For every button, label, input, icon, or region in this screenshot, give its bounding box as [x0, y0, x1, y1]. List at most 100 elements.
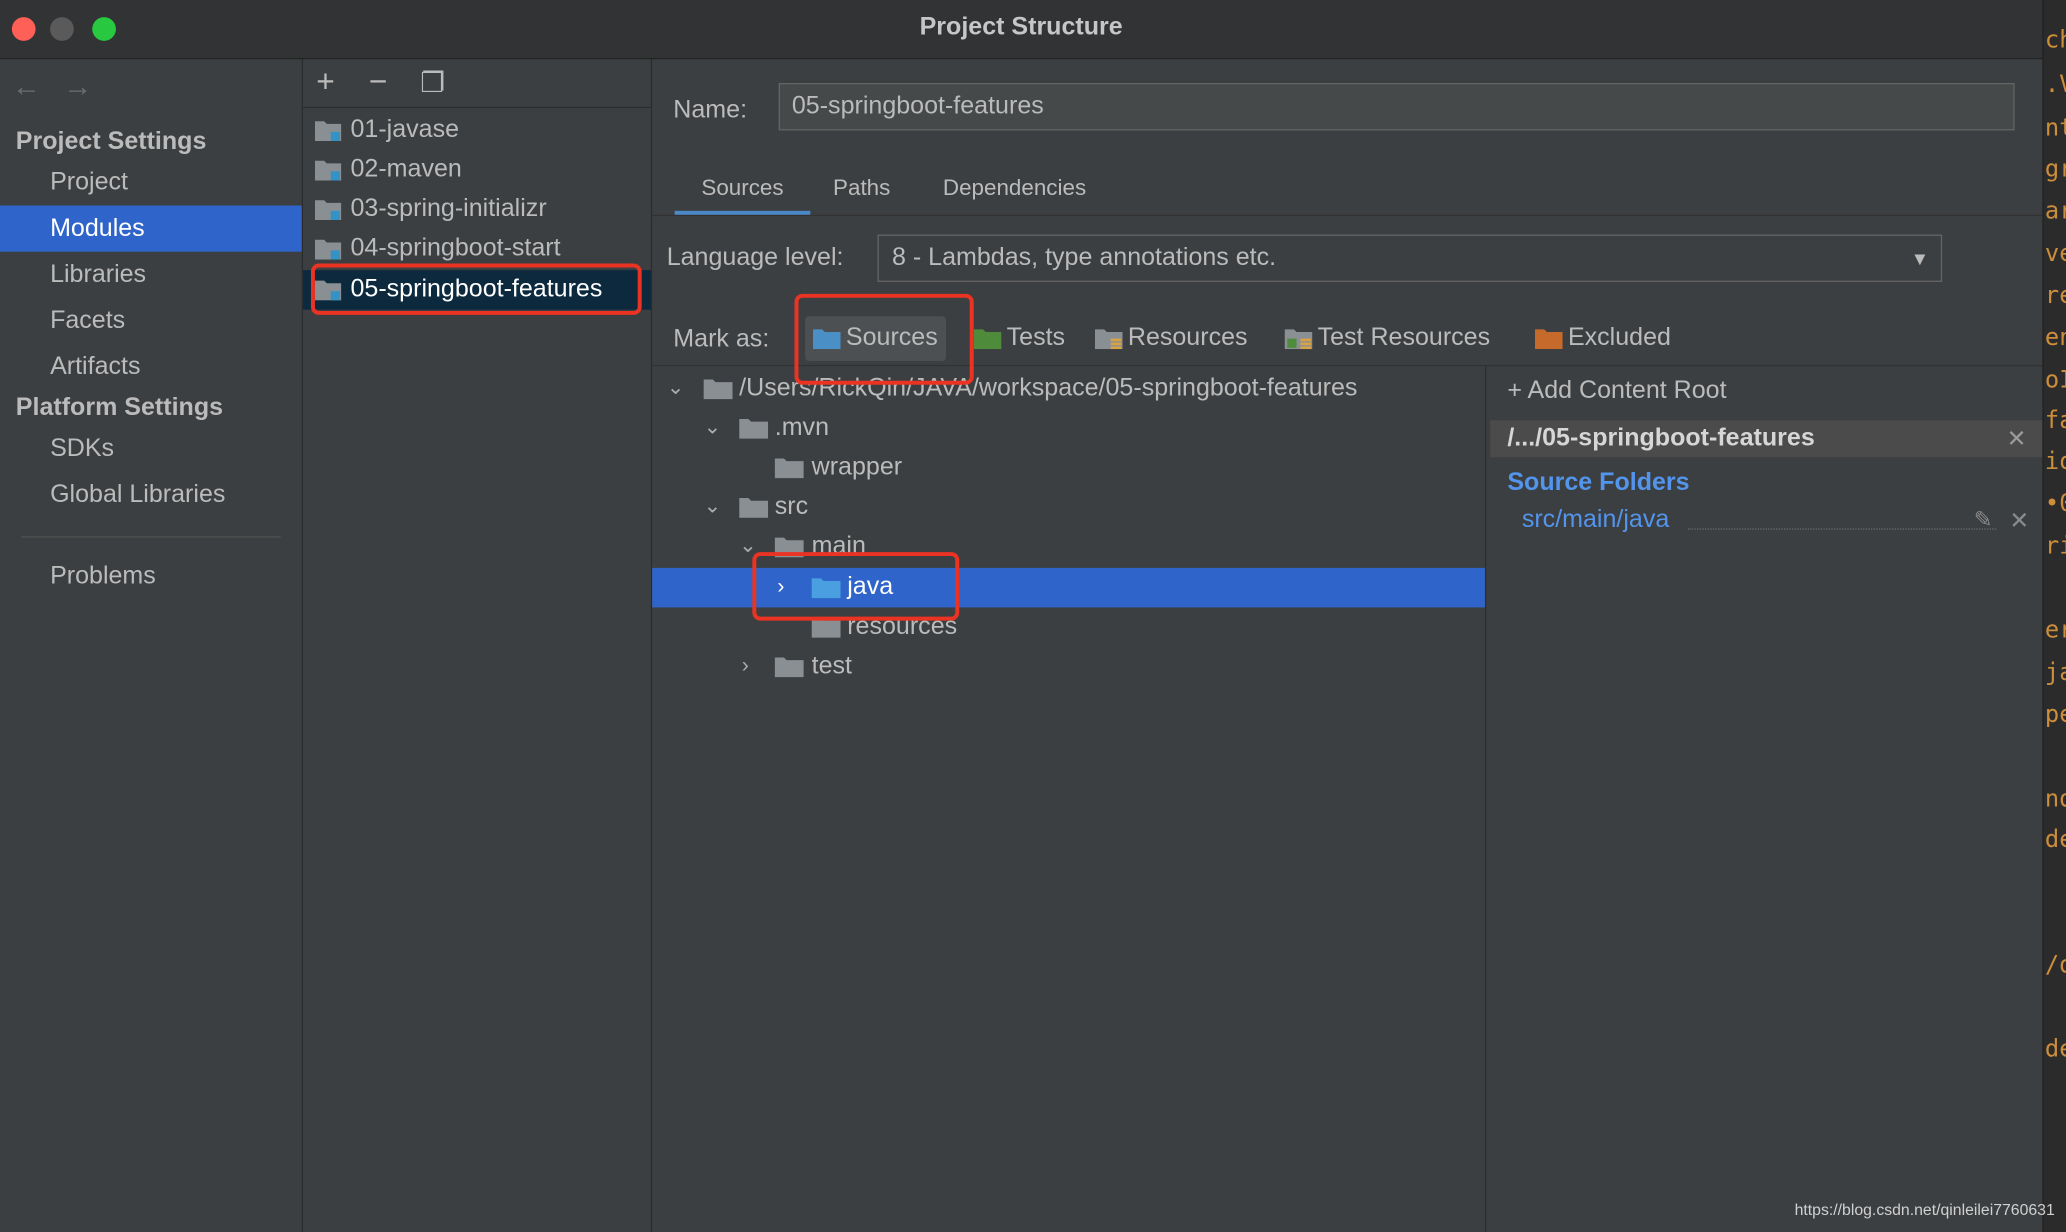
excluded-folder-icon	[1535, 330, 1563, 350]
highlight-sources-box	[794, 293, 974, 385]
detail-tabs: Sources Paths Dependencies	[652, 162, 2043, 217]
editor-fragment: fa	[2044, 407, 2066, 435]
test-resources-folder-icon	[1284, 330, 1313, 350]
title-bar: Project Structure	[0, 0, 2043, 60]
close-icon[interactable]: ✕	[2009, 503, 2029, 537]
sidebar-item-label: Facets	[50, 307, 126, 335]
editor-fragment: en	[2044, 324, 2066, 352]
folder-icon	[774, 458, 804, 479]
remove-icon[interactable]: −	[369, 65, 387, 102]
project-structure-dialog: Project Structure ← → Project Settings P…	[0, 0, 2044, 1232]
sidebar-item-label: Artifacts	[50, 353, 141, 381]
language-level-label: Language level:	[666, 243, 844, 272]
mark-tests-button[interactable]: Tests	[973, 316, 1066, 361]
chevron-right-icon[interactable]: ›	[742, 647, 749, 687]
close-icon[interactable]: ✕	[2007, 420, 2027, 457]
chevron-down-icon: ▼	[1910, 247, 1929, 269]
sidebar-item-global-libraries[interactable]: Global Libraries	[0, 472, 302, 518]
sidebar-item-label: Modules	[50, 214, 145, 243]
content-root-header: /.../05-springboot-features ✕	[1490, 420, 2043, 458]
tab-dependencies[interactable]: Dependencies	[929, 162, 1100, 215]
tree-node-mvn[interactable]: ⌄ .mvn	[652, 408, 1485, 448]
editor-fragment: de	[2044, 1035, 2066, 1064]
sidebar-item-label: Libraries	[50, 260, 147, 289]
module-item[interactable]: 01-javase	[303, 111, 651, 151]
sidebar-item-facets[interactable]: Facets	[0, 298, 302, 344]
chevron-down-icon[interactable]: ⌄	[704, 408, 722, 448]
module-label: 01-javase	[350, 115, 460, 144]
editor-fragment: .V	[2044, 71, 2066, 99]
editor-fragment: ja	[2044, 658, 2066, 687]
mark-resources-button[interactable]: Resources	[1094, 316, 1248, 361]
chevron-down-icon[interactable]: ⌄	[667, 369, 685, 409]
tree-node-label: wrapper	[811, 453, 903, 481]
module-item[interactable]: 03-spring-initializr	[303, 190, 651, 230]
sidebar-item-sdks[interactable]: SDKs	[0, 426, 302, 472]
add-content-root-button[interactable]: + Add Content Root	[1507, 377, 1726, 406]
sidebar-item-modules[interactable]: Modules	[0, 205, 302, 252]
chevron-down-icon[interactable]: ⌄	[704, 488, 722, 528]
module-folder-icon	[314, 121, 342, 141]
tree-node-root[interactable]: ⌄ /Users/RickQin/JAVA/workspace/05-sprin…	[652, 369, 1485, 409]
language-level-value: 8 - Lambdas, type annotations etc.	[892, 243, 1277, 272]
editor-fragment: •0	[2044, 490, 2066, 518]
module-detail-panel: Name: 05-springboot-features Sources Pat…	[652, 59, 2043, 1232]
mark-as-label: Mark as:	[673, 325, 770, 354]
editor-fragment: nd	[2044, 785, 2066, 813]
tree-node-label: test	[811, 652, 852, 680]
mark-excluded-button[interactable]: Excluded	[1535, 316, 1671, 361]
language-level-select[interactable]: 8 - Lambdas, type annotations etc. ▼	[877, 234, 1943, 282]
tab-paths[interactable]: Paths	[821, 162, 903, 215]
add-content-root-label: Add Content Root	[1527, 376, 1727, 405]
source-folder-entry[interactable]: src/main/java ✎ ✕	[1522, 503, 2029, 537]
editor-fragment: ar	[2044, 197, 2066, 226]
add-icon[interactable]: +	[316, 65, 334, 102]
tree-node-wrapper[interactable]: wrapper	[652, 448, 1485, 488]
module-item[interactable]: 02-maven	[303, 150, 651, 190]
module-folder-icon	[314, 200, 342, 221]
folder-icon	[739, 498, 769, 518]
sidebar-item-label: Project	[50, 168, 128, 197]
folder-tree: ⌄ /Users/RickQin/JAVA/workspace/05-sprin…	[652, 366, 1487, 1232]
editor-fragment: /d	[2044, 951, 2066, 979]
tree-node-test[interactable]: › test	[652, 647, 1485, 687]
mark-test-resources-button[interactable]: Test Resources	[1284, 316, 1491, 361]
module-folder-icon	[314, 160, 342, 181]
section-platform-settings: Platform Settings	[15, 393, 224, 422]
tree-node-label: .mvn	[774, 413, 830, 442]
editor-fragment: re	[2044, 281, 2066, 310]
resources-folder-icon	[1094, 330, 1123, 350]
sidebar-item-label: Problems	[50, 562, 156, 591]
folder-icon	[703, 379, 733, 400]
copy-icon[interactable]: ❐	[420, 67, 445, 100]
dotted-leader	[1687, 528, 1997, 530]
module-name-input[interactable]: 05-springboot-features	[778, 83, 2015, 131]
divider	[21, 536, 281, 538]
sidebar-item-artifacts[interactable]: Artifacts	[0, 344, 302, 390]
sidebar-item-problems[interactable]: Problems	[0, 553, 302, 599]
content-root-path: /.../05-springboot-features	[1507, 424, 1815, 452]
edit-pencil-icon[interactable]: ✎	[1974, 503, 1993, 537]
module-toolbar: + − ❐	[303, 59, 651, 109]
name-label: Name:	[673, 96, 748, 124]
folder-icon	[774, 657, 804, 678]
mark-test-resources-label: Test Resources	[1317, 324, 1491, 352]
sidebar-item-label: SDKs	[50, 434, 115, 463]
sidebar-item-libraries[interactable]: Libraries	[0, 252, 302, 298]
plus-icon: +	[1507, 376, 1528, 405]
editor-fragment: io	[2044, 447, 2066, 476]
tree-node-src[interactable]: ⌄ src	[652, 488, 1485, 528]
editor-fragment: de	[2044, 826, 2066, 854]
section-project-settings: Project Settings	[15, 127, 207, 156]
tab-sources[interactable]: Sources	[674, 162, 811, 215]
tests-folder-icon	[973, 330, 1002, 350]
folder-icon	[739, 418, 769, 439]
back-arrow-icon[interactable]: ←	[12, 70, 41, 104]
highlight-java-box	[752, 552, 960, 621]
forward-arrow-icon[interactable]: →	[63, 70, 92, 104]
module-label: 03-spring-initializr	[350, 195, 547, 223]
module-list-panel: + − ❐ 01-javase 02-maven 03-spring-initi…	[303, 59, 653, 1232]
module-label: 02-maven	[350, 155, 462, 184]
sidebar-item-project[interactable]: Project	[0, 159, 302, 205]
mark-tests-label: Tests	[1006, 324, 1066, 352]
